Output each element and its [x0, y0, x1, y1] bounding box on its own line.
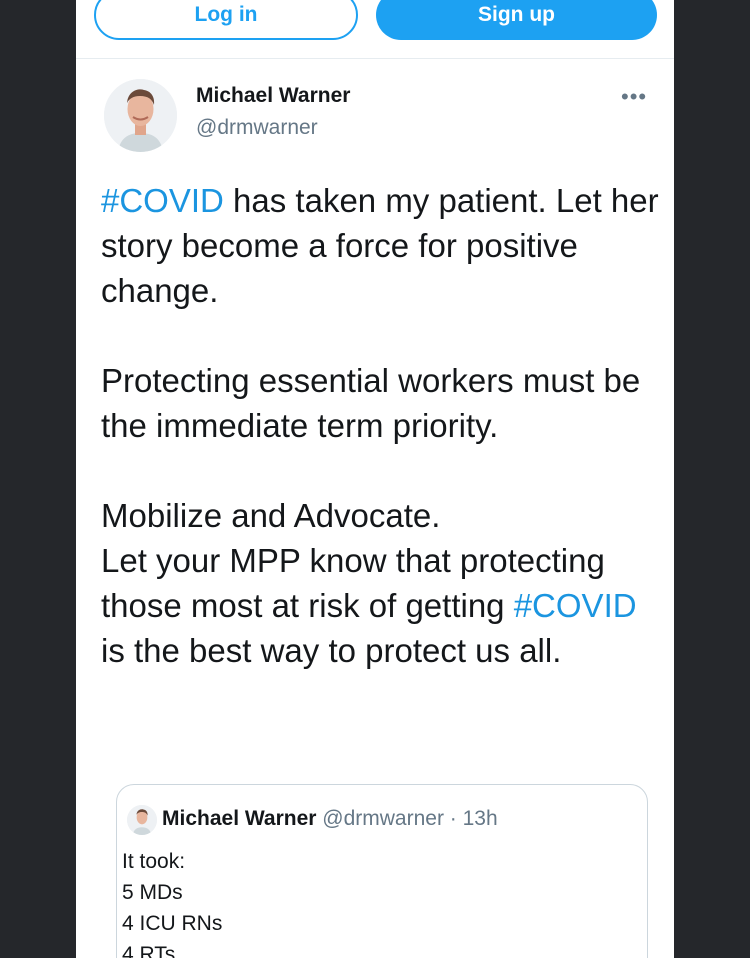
- tweet-text-span: Mobilize and Advocate.: [101, 497, 441, 534]
- tweet-text: #COVID has taken my patient. Let her sto…: [101, 178, 661, 673]
- login-button[interactable]: Log in: [94, 0, 358, 40]
- quoted-text: It took: 5 MDs 4 ICU RNs 4 RTs: [122, 846, 222, 958]
- more-options-icon[interactable]: •••: [621, 84, 647, 110]
- quoted-author-avatar: [127, 805, 157, 835]
- quoted-line: 4 ICU RNs: [122, 912, 223, 935]
- quoted-author-name: Michael Warner: [162, 807, 317, 830]
- header-divider: [76, 58, 674, 59]
- quoted-line: It took:: [122, 850, 186, 873]
- tweet-text-span: is the best way to protect us all.: [101, 632, 562, 669]
- tweet-page: Log in Sign up Michael Warner @drmwarner…: [76, 0, 674, 958]
- quoted-line: 4 RTs: [122, 943, 176, 958]
- signup-button[interactable]: Sign up: [376, 0, 657, 40]
- quoted-meta: @drmwarner · 13h: [316, 807, 498, 830]
- hashtag-link[interactable]: #COVID: [514, 587, 637, 624]
- quoted-tweet[interactable]: Michael Warner @drmwarner · 13h It took:…: [116, 784, 648, 958]
- quoted-header: Michael Warner @drmwarner · 13h: [162, 807, 498, 831]
- tweet-paragraph-3: Mobilize and Advocate. Let your MPP know …: [101, 493, 661, 673]
- quoted-line: 5 MDs: [122, 881, 183, 904]
- author-name[interactable]: Michael Warner: [196, 84, 350, 108]
- tweet-paragraph-1: #COVID has taken my patient. Let her sto…: [101, 178, 661, 313]
- author-avatar[interactable]: [104, 79, 177, 152]
- author-handle[interactable]: @drmwarner: [196, 116, 318, 140]
- hashtag-link[interactable]: #COVID: [101, 182, 224, 219]
- tweet-paragraph-2: Protecting essential workers must be the…: [101, 362, 641, 444]
